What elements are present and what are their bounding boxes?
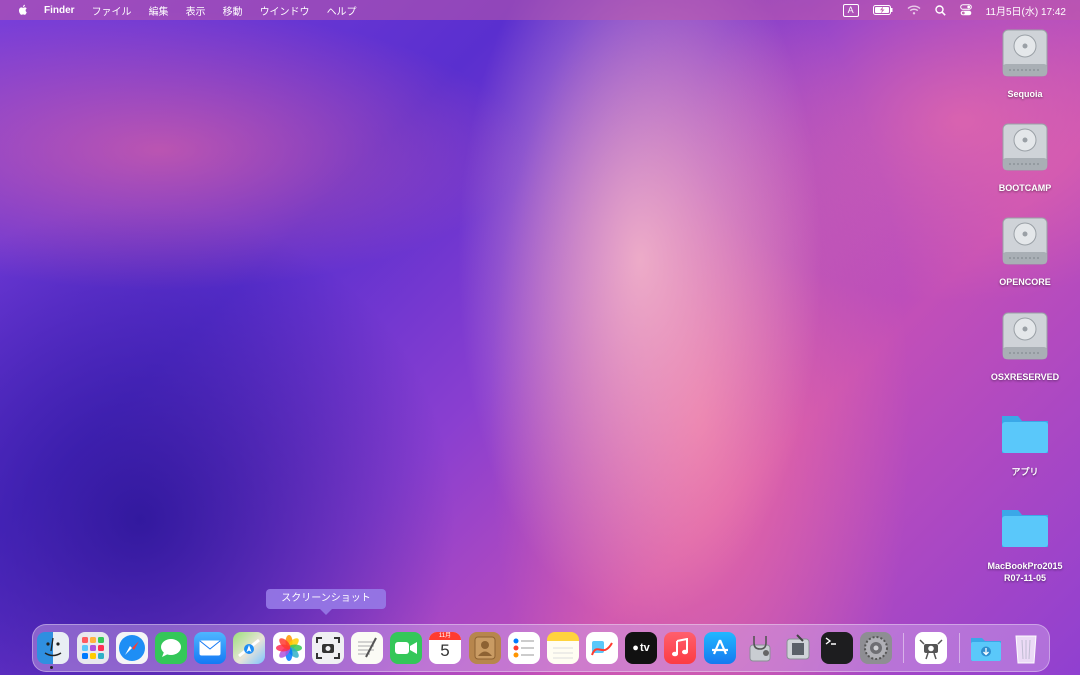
- launchpad-icon: [82, 637, 104, 659]
- dock-separator: [959, 633, 960, 663]
- dock-disk-utility[interactable]: [743, 632, 775, 664]
- dock-terminal[interactable]: [821, 632, 853, 664]
- hard-drive-icon: [1002, 217, 1048, 265]
- dock-app-store[interactable]: [704, 632, 736, 664]
- desktop-disk-opencore[interactable]: OPENCORE: [977, 216, 1073, 288]
- calendar-day: 5: [440, 641, 450, 660]
- finder-icon: [44, 637, 62, 657]
- dock-system-settings[interactable]: [860, 632, 892, 664]
- dock-downloads[interactable]: [970, 632, 1002, 664]
- flower-icon: [276, 635, 302, 661]
- desktop-icon-label: BOOTCAMP: [998, 183, 1052, 193]
- stethoscope-icon: [749, 636, 771, 662]
- dock-safari[interactable]: [116, 632, 148, 664]
- chat-bubble-icon: [161, 639, 181, 657]
- dock-calendar[interactable]: 11月 5: [429, 632, 461, 664]
- chip-icon: [786, 634, 810, 660]
- music-note-icon: [672, 638, 688, 657]
- tv-label: tv: [639, 642, 650, 654]
- compass-icon: [119, 635, 145, 661]
- menu-window[interactable]: ウインドウ: [260, 3, 310, 18]
- dock-freeform[interactable]: [586, 632, 618, 664]
- desktop-icon-label: MacBookPro2015 R07-11-05: [987, 561, 1063, 583]
- menu-clock[interactable]: 11月5日(水) 17:42: [986, 3, 1066, 18]
- desktop-disk-bootcamp[interactable]: BOOTCAMP: [977, 122, 1073, 194]
- freeform-icon: [591, 641, 613, 656]
- contact-card-icon: [474, 636, 496, 660]
- dock-tooltip: スクリーンショット: [266, 589, 386, 615]
- menu-edit[interactable]: 編集: [149, 3, 169, 18]
- dock: 11月 5 ● tv: [32, 624, 1050, 672]
- camera-tripod-icon: [919, 639, 943, 660]
- running-indicator: [50, 666, 53, 669]
- dock-mail[interactable]: [194, 632, 226, 664]
- desktop-icon-label: OPENCORE: [999, 277, 1051, 287]
- dock-reminders[interactable]: [508, 632, 540, 664]
- status-area: A 11月5日(水) 17:42: [829, 0, 1066, 20]
- desktop-disk-sequoia[interactable]: Sequoia: [977, 28, 1073, 100]
- battery-icon[interactable]: [872, 5, 893, 15]
- dock-separator: [903, 633, 904, 663]
- checklist-icon: [513, 638, 534, 658]
- desktop-icon-label: アプリ: [1011, 467, 1039, 477]
- camera-icon: [316, 637, 340, 659]
- notepad-icon: [553, 647, 573, 659]
- dock-notes[interactable]: [547, 632, 579, 664]
- hard-drive-icon: [1002, 29, 1048, 77]
- dock-launchpad[interactable]: [77, 632, 109, 664]
- downloads-folder-icon: [971, 638, 1001, 661]
- menu-app-name[interactable]: Finder: [44, 5, 75, 16]
- dock-music[interactable]: [664, 632, 696, 664]
- dock-trash[interactable]: [1010, 632, 1042, 664]
- dock-finder[interactable]: [37, 632, 69, 664]
- dock-photos[interactable]: [273, 632, 305, 664]
- map-icon: [238, 638, 260, 658]
- dock-textedit[interactable]: [351, 632, 383, 664]
- dock-tv[interactable]: ● tv: [625, 632, 657, 664]
- search-icon[interactable]: [934, 4, 946, 16]
- desktop-disk-osxreserved[interactable]: OSXRESERVED: [977, 311, 1073, 383]
- desktop-icon-label: OSXRESERVED: [990, 372, 1060, 382]
- folder-icon: [1002, 510, 1048, 547]
- desktop-folder-macbookpro2015[interactable]: MacBookPro2015 R07-11-05: [977, 500, 1073, 584]
- app-store-icon: [712, 639, 728, 655]
- trash-icon: [1015, 635, 1037, 664]
- dock-messages[interactable]: [155, 632, 187, 664]
- terminal-icon: [825, 637, 836, 645]
- hard-drive-icon: [1002, 123, 1048, 171]
- video-camera-icon: [395, 642, 417, 654]
- dock-facetime[interactable]: [390, 632, 422, 664]
- calendar-month: 11月: [429, 632, 461, 640]
- apple-icon: ●: [632, 642, 639, 654]
- wifi-icon[interactable]: [907, 5, 921, 15]
- input-source-icon[interactable]: A: [842, 3, 859, 17]
- control-center-icon[interactable]: [959, 4, 972, 16]
- menu-bar: Finder ファイル 編集 表示 移動 ウインドウ ヘルプ A 11月5日(水…: [0, 0, 1080, 20]
- apple-icon[interactable]: [16, 3, 30, 17]
- dock-system-information[interactable]: [782, 632, 814, 664]
- desktop-icon-label: Sequoia: [1007, 89, 1043, 99]
- dock-contacts[interactable]: [469, 632, 501, 664]
- document-pen-icon: [358, 637, 377, 658]
- dock-maps[interactable]: [233, 632, 265, 664]
- dock-screenshot-utility[interactable]: [915, 632, 947, 664]
- folder-icon: [1002, 416, 1048, 453]
- dock-screenshot[interactable]: [312, 632, 344, 664]
- menu-view[interactable]: 表示: [186, 3, 206, 18]
- hard-drive-icon: [1002, 312, 1048, 360]
- menu-file[interactable]: ファイル: [92, 3, 132, 18]
- gear-icon: [864, 636, 888, 660]
- envelope-icon: [199, 640, 221, 656]
- menu-help[interactable]: ヘルプ: [327, 3, 357, 18]
- menu-go[interactable]: 移動: [223, 3, 243, 18]
- desktop-folder-apps[interactable]: アプリ: [977, 406, 1073, 478]
